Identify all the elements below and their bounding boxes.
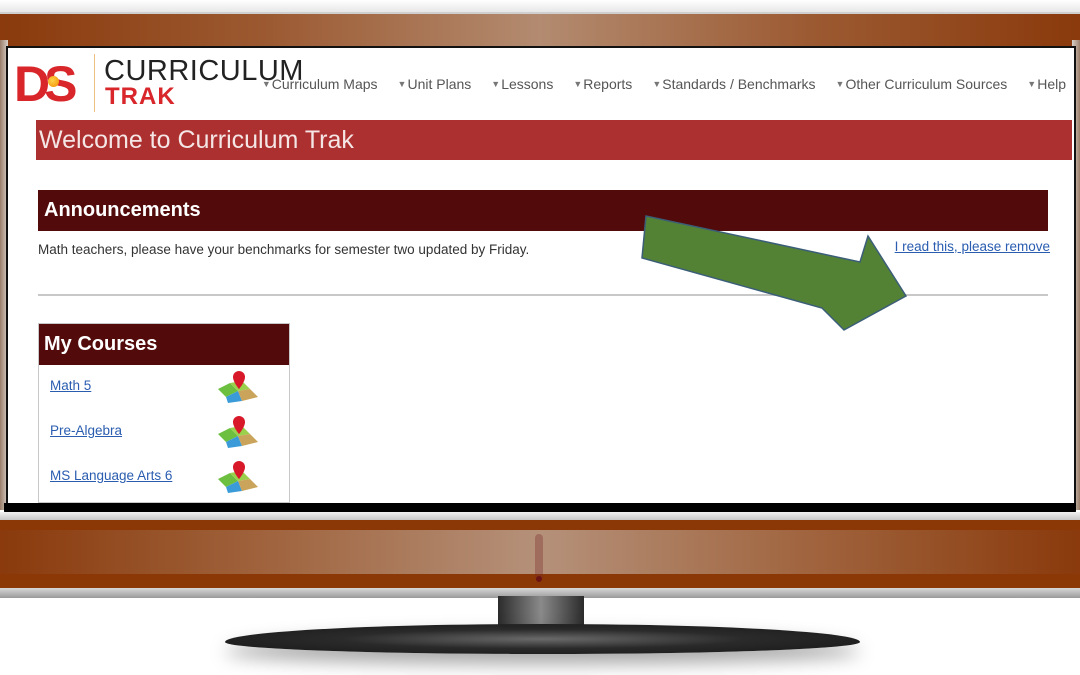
logo-divider	[94, 54, 95, 112]
nav-label: Curriculum Maps	[271, 76, 378, 92]
caret-down-icon: ▼	[491, 79, 501, 89]
logo-mark: DS	[14, 56, 78, 112]
nav-label: Other Curriculum Sources	[845, 76, 1008, 92]
nav-lessons[interactable]: ▼ Lessons	[491, 76, 553, 92]
nav-curriculum-maps[interactable]: ▼ Curriculum Maps	[262, 76, 378, 92]
nav-label: Standards / Benchmarks	[662, 76, 816, 92]
power-indicator-icon	[535, 534, 543, 582]
course-link-ms-language-arts-6[interactable]: MS Language Arts 6	[50, 468, 172, 483]
nav-label: Unit Plans	[407, 76, 472, 92]
page-title: Welcome to Curriculum Trak	[39, 126, 354, 154]
monitor-screen: DS CURRICULUM TRAK ▼ Curriculum Maps ▼ U…	[6, 46, 1076, 506]
app-header: DS CURRICULUM TRAK ▼ Curriculum Maps ▼ U…	[8, 48, 1074, 118]
curriculum-map-icon[interactable]	[214, 369, 262, 405]
nav-label: Lessons	[501, 76, 554, 92]
nav-label: Help	[1037, 76, 1066, 92]
caret-down-icon: ▼	[397, 79, 407, 89]
my-courses-panel: My Courses Math 5 Pre-Algebra MS Languag…	[38, 323, 290, 503]
my-courses-header: My Courses	[39, 324, 289, 365]
main-nav: ▼ Curriculum Maps ▼ Unit Plans ▼ Lessons…	[242, 76, 1066, 92]
caret-down-icon: ▼	[573, 79, 583, 89]
logo-dot-icon	[48, 76, 59, 87]
monitor-bezel-bottom	[0, 520, 1080, 588]
course-link-pre-algebra[interactable]: Pre-Algebra	[50, 423, 122, 438]
remove-announcement-link[interactable]: I read this, please remove	[895, 239, 1050, 254]
caret-down-icon: ▼	[261, 79, 271, 89]
caret-down-icon: ▼	[835, 79, 845, 89]
bezel-band	[0, 520, 1080, 530]
caret-down-icon: ▼	[1027, 79, 1037, 89]
nav-reports[interactable]: ▼ Reports	[573, 76, 632, 92]
announcement-text: Math teachers, please have your benchmar…	[38, 242, 530, 257]
curriculum-map-icon[interactable]	[214, 459, 262, 495]
nav-label: Reports	[583, 76, 633, 92]
annotation-arrow-icon	[641, 215, 908, 331]
welcome-banner: Welcome to Curriculum Trak	[36, 120, 1072, 160]
nav-other-curriculum-sources[interactable]: ▼ Other Curriculum Sources	[836, 76, 1008, 92]
monitor-stand-base	[225, 624, 860, 654]
caret-down-icon: ▼	[652, 79, 662, 89]
nav-help[interactable]: ▼ Help	[1027, 76, 1066, 92]
curriculum-map-icon[interactable]	[214, 414, 262, 450]
course-row: Math 5	[39, 365, 289, 410]
monitor-bezel-top	[0, 12, 1080, 46]
course-row: Pre-Algebra	[39, 410, 289, 455]
course-link-math-5[interactable]: Math 5	[50, 378, 91, 393]
nav-unit-plans[interactable]: ▼ Unit Plans	[398, 76, 472, 92]
logo-text-trak: TRAK	[105, 83, 176, 110]
course-row: MS Language Arts 6	[39, 455, 289, 500]
nav-standards-benchmarks[interactable]: ▼ Standards / Benchmarks	[652, 76, 815, 92]
